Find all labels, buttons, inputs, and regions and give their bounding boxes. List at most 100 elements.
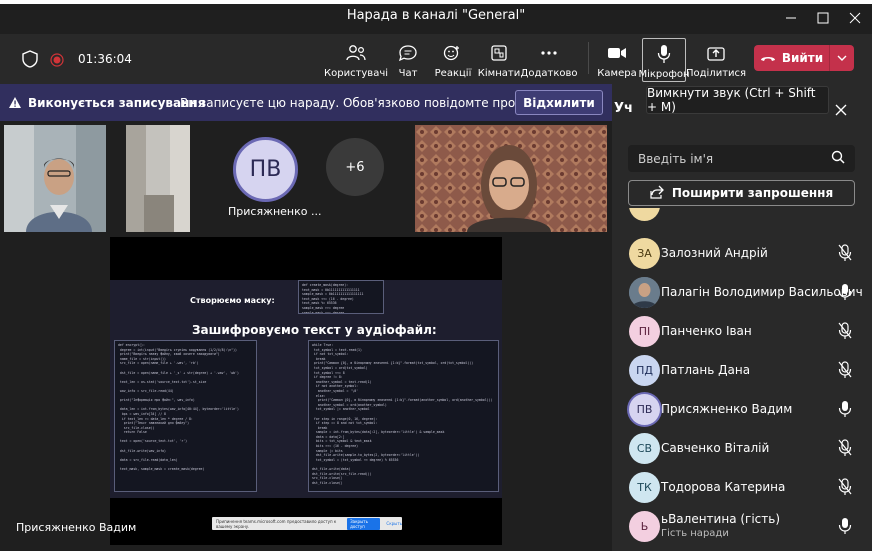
share-invite-button[interactable]: Поширити запрошення [628, 180, 855, 206]
screen-share-infobar: Припинення teams.microsoft.com предостав… [212, 517, 402, 530]
avatar: ЗА [629, 238, 660, 269]
code-block-encrypt: def encrypt(): degree = int(input("Введі… [114, 340, 257, 492]
chevron-down-icon[interactable] [830, 55, 854, 61]
avatar: ТК [629, 472, 660, 503]
participant-video [126, 125, 190, 232]
camera-label: Камера [597, 68, 637, 79]
video-tile-participant-2[interactable] [126, 125, 190, 232]
search-placeholder: Введіть ім'я [638, 151, 714, 166]
rooms-label: Кімнати [477, 68, 521, 79]
more-icon [538, 42, 560, 64]
microphone-icon [838, 517, 852, 539]
video-tile-participant-1[interactable] [4, 125, 106, 232]
list-item[interactable]: ТК Тодорова Катерина [612, 469, 872, 508]
code-block-mask: def create_mask(degree): text_mask = 0b11… [298, 280, 384, 314]
participant-name: Патлань Дана [661, 363, 751, 377]
mic-muted-icon [838, 478, 852, 500]
avatar: ПД [629, 355, 660, 386]
chat-icon [397, 42, 419, 64]
rooms-icon [488, 42, 510, 64]
avatar[interactable]: ПВ [233, 137, 298, 202]
avatar: СВ [629, 433, 660, 464]
maximize-icon[interactable] [808, 4, 838, 32]
microphone-button[interactable]: Мікрофон [638, 38, 690, 82]
warning-icon [8, 94, 22, 113]
participant-name: ьВалентина (гість) [661, 512, 781, 526]
rooms-button[interactable]: Кімнати [478, 38, 520, 82]
reactions-icon [442, 42, 464, 64]
share-invite-icon [650, 185, 664, 202]
participant-name: Залозний Андрій [661, 246, 768, 260]
more-button[interactable]: Додатково [521, 38, 577, 82]
mic-muted-icon [838, 361, 852, 383]
shield-icon[interactable] [22, 50, 38, 72]
presenter-name: Присяжненко Вадим [16, 521, 137, 534]
avatar: ПІ [629, 316, 660, 347]
microphone-label: Мікрофон [638, 69, 690, 80]
reactions-button[interactable]: Реакції [432, 38, 474, 82]
hangup-icon [760, 51, 776, 65]
slide-heading-mask: Створюємо маску: [190, 296, 275, 305]
participant-video [4, 125, 106, 232]
banner-text: Ви записуєте цю нараду. Обов'язково пові… [180, 96, 567, 110]
participant-name: Савченко Віталій [661, 441, 770, 455]
stop-sharing-button[interactable]: Закрыть доступ [347, 517, 381, 530]
list-item[interactable] [612, 208, 872, 222]
tile-participant-name: Присяжненко ... [228, 205, 322, 218]
microphone-icon [838, 400, 852, 422]
avatar [629, 277, 660, 308]
list-item[interactable]: ПВ Присяжненко Вадим [612, 391, 872, 430]
more-participants-button[interactable]: +6 [326, 138, 384, 196]
mic-muted-icon [838, 439, 852, 461]
recording-icon [50, 52, 64, 71]
mic-muted-icon [838, 244, 852, 266]
infobar-text: Припинення teams.microsoft.com предостав… [216, 518, 337, 529]
close-panel-icon[interactable] [835, 101, 847, 120]
list-item[interactable]: ПІ Панченко Іван [612, 313, 872, 352]
panel-header: Уч [614, 101, 633, 116]
list-item[interactable]: ЬьВалентина (гість) Гість наради [612, 508, 872, 547]
leave-button[interactable]: Вийти [754, 45, 854, 71]
share-button[interactable]: Поділитися [686, 38, 746, 82]
microphone-icon [838, 283, 852, 305]
list-item[interactable]: ЗА Залозний Андрій [612, 235, 872, 274]
list-item[interactable]: СВ Савченко Віталій [612, 430, 872, 469]
meeting-timer: 01:36:04 [78, 52, 132, 66]
people-icon [345, 42, 367, 64]
avatar: ПВ [629, 394, 660, 425]
code-block-loop: while True: txt_symbol = text.read(1) if… [308, 340, 499, 492]
mic-muted-icon [838, 322, 852, 344]
hide-infobar-button[interactable]: Скрыть [386, 521, 402, 526]
participant-role: Гість наради [661, 528, 729, 539]
window-title: Нарада в каналі "General" [346, 8, 526, 23]
reactions-label: Реакції [434, 68, 472, 79]
avatar: Ь [629, 511, 660, 542]
close-window-icon[interactable] [840, 4, 870, 32]
search-input[interactable]: Введіть ім'я [628, 145, 855, 172]
microphone-icon [653, 43, 675, 65]
camera-button[interactable]: Камера [597, 38, 637, 82]
people-button[interactable]: Користувачі [324, 38, 388, 82]
participant-name: Присяжненко Вадим [661, 402, 793, 416]
participant-name: Тодорова Катерина [661, 480, 786, 494]
list-item[interactable]: ПД Патлань Дана [612, 352, 872, 391]
search-icon [831, 150, 845, 167]
camera-icon [606, 42, 628, 64]
more-label: Додатково [520, 68, 578, 79]
minimize-icon[interactable] [776, 4, 806, 32]
participant-video [415, 125, 607, 232]
share-invite-label: Поширити запрошення [671, 186, 834, 200]
list-item[interactable]: Палагін Володимир Васильович [612, 274, 872, 313]
dismiss-button[interactable]: Відхилити [515, 90, 603, 115]
banner-title: Виконується записування [28, 96, 206, 110]
chat-button[interactable]: Чат [388, 38, 428, 82]
shared-screen-slide: Створюємо маску: def create_mask(degree)… [110, 280, 502, 498]
share-label: Поділитися [685, 68, 747, 79]
shared-screen-top [110, 237, 502, 280]
video-tile-participant-3[interactable] [415, 125, 607, 232]
participant-name: Панченко Іван [661, 324, 752, 338]
people-label: Користувачі [324, 68, 389, 79]
leave-label: Вийти [781, 51, 824, 65]
toolbar-divider [588, 42, 589, 74]
share-icon [705, 42, 727, 64]
